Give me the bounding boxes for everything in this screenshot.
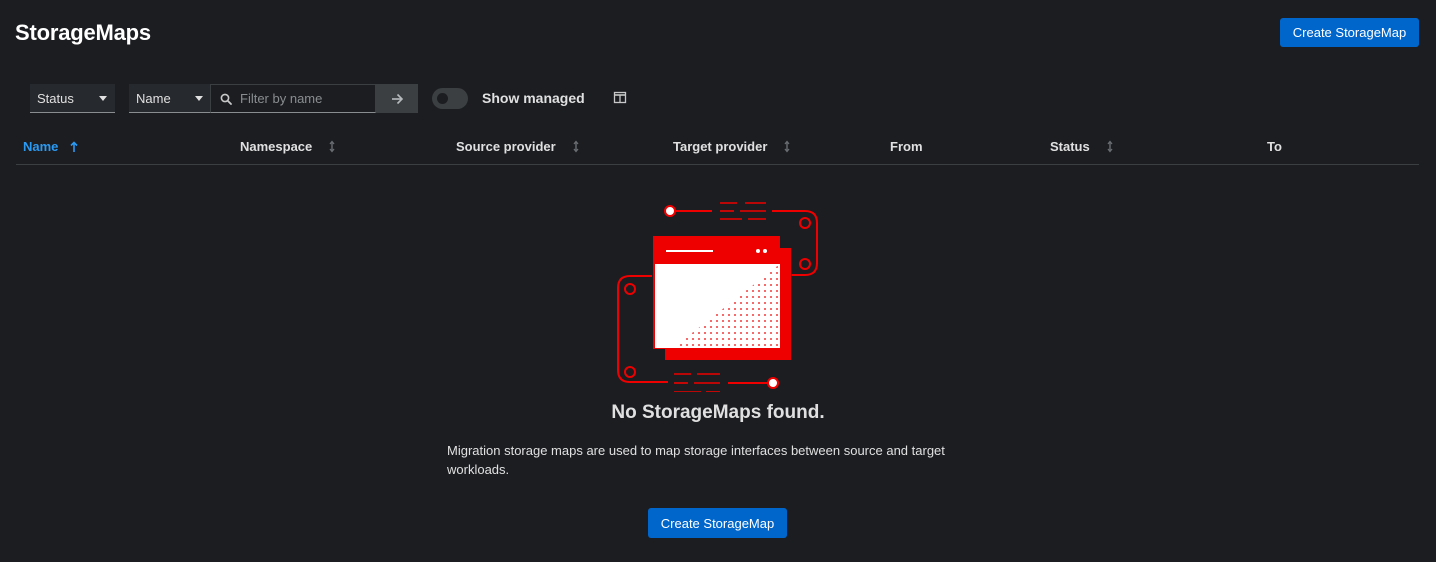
column-header-target-provider[interactable]: Target provider	[673, 139, 791, 154]
toggle-knob	[437, 93, 448, 104]
column-label: Source provider	[456, 139, 556, 154]
column-label: From	[890, 139, 923, 154]
create-storagemap-button[interactable]: Create StorageMap	[1280, 18, 1419, 47]
column-header-name[interactable]: Name	[23, 139, 78, 154]
column-header-namespace[interactable]: Namespace	[240, 139, 336, 154]
status-filter-dropdown[interactable]: Status	[30, 84, 115, 113]
sort-ascending-icon	[70, 140, 78, 153]
show-managed-label: Show managed	[482, 90, 585, 106]
search-input[interactable]	[240, 91, 365, 106]
caret-down-icon	[195, 95, 203, 101]
show-managed-toggle[interactable]	[432, 88, 468, 109]
search-submit-button[interactable]	[376, 84, 418, 113]
caret-down-icon	[99, 95, 107, 101]
sort-icon	[783, 140, 791, 153]
empty-state-illustration	[617, 202, 818, 392]
column-label: Target provider	[673, 139, 768, 154]
column-label: Namespace	[240, 139, 313, 154]
manage-columns-icon[interactable]	[612, 90, 628, 106]
sort-icon	[1106, 140, 1114, 153]
search-box	[210, 84, 376, 113]
arrow-right-icon	[391, 93, 403, 104]
column-header-source-provider[interactable]: Source provider	[456, 139, 580, 154]
name-filter-dropdown[interactable]: Name	[129, 84, 211, 113]
column-label: Status	[1050, 139, 1090, 154]
empty-state-description: Migration storage maps are used to map s…	[447, 443, 945, 477]
sort-icon	[328, 140, 336, 153]
page-title: StorageMaps	[15, 20, 151, 45]
storagemaps-page: StorageMaps Create StorageMap Status Nam…	[0, 0, 1436, 562]
column-label: To	[1267, 139, 1282, 154]
table-header-divider	[16, 164, 1419, 165]
status-filter-label: Status	[37, 90, 74, 106]
column-label: Name	[23, 139, 59, 154]
empty-state-title: No StorageMaps found.	[611, 402, 825, 423]
sort-icon	[572, 140, 580, 153]
empty-state-create-button[interactable]: Create StorageMap	[648, 508, 787, 538]
search-icon	[220, 93, 232, 105]
column-header-from: From	[890, 139, 923, 154]
column-header-to: To	[1267, 139, 1282, 154]
name-filter-label: Name	[136, 90, 171, 106]
column-header-status[interactable]: Status	[1050, 139, 1114, 154]
